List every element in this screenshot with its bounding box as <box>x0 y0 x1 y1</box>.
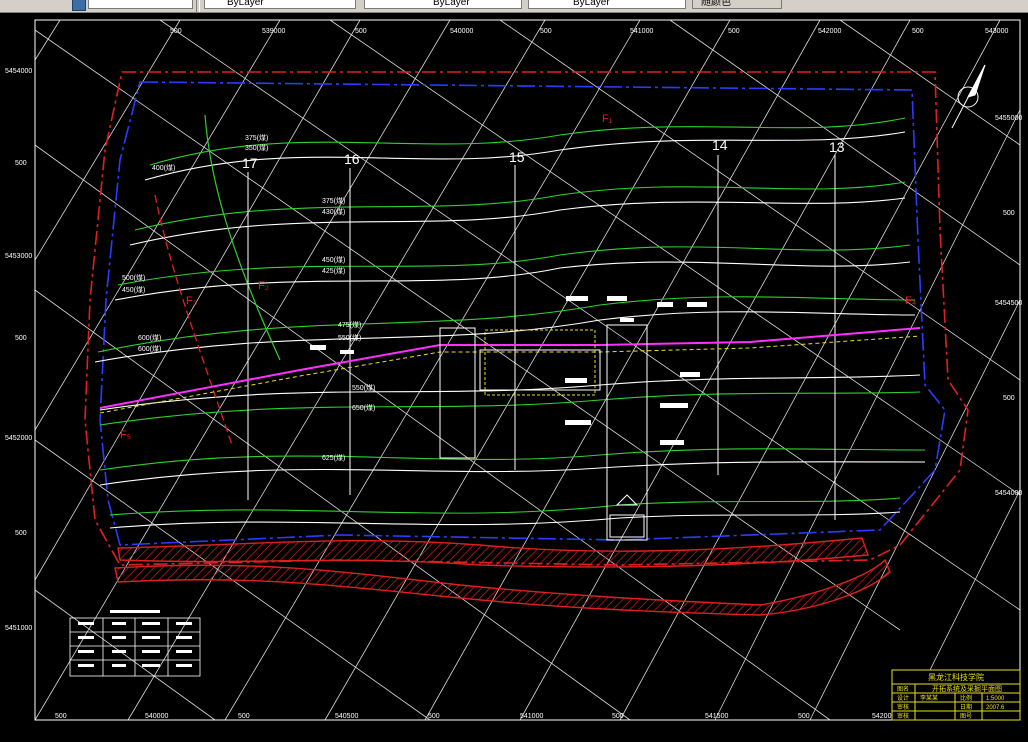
svg-text:540000: 540000 <box>450 28 473 35</box>
svg-text:350(煤): 350(煤) <box>245 143 268 152</box>
fault-label: F₃ <box>186 295 197 307</box>
lineweight-dropdown[interactable]: ByLayer <box>528 0 686 9</box>
svg-text:500: 500 <box>912 28 924 35</box>
svg-text:500: 500 <box>55 713 67 720</box>
properties-toolbar: ByLayer ByLayer ByLayer 随颜色 <box>0 0 1028 13</box>
toolbar-separator <box>196 0 200 12</box>
svg-text:500: 500 <box>15 160 27 167</box>
svg-text:审核: 审核 <box>897 703 909 711</box>
line-number-label: 15 <box>509 149 525 165</box>
svg-text:500: 500 <box>15 335 27 342</box>
svg-text:500(煤): 500(煤) <box>122 273 145 282</box>
fault-label: F₄ <box>905 295 917 307</box>
layer-icon[interactable] <box>72 0 86 11</box>
svg-text:审核: 审核 <box>897 712 909 720</box>
svg-text:540000: 540000 <box>145 713 168 720</box>
svg-text:500: 500 <box>170 28 182 35</box>
svg-text:475(煤): 475(煤) <box>338 320 361 329</box>
svg-text:500: 500 <box>728 28 740 35</box>
fault-label: F₁ <box>602 113 613 125</box>
svg-text:400(煤): 400(煤) <box>152 163 175 172</box>
svg-text:625(煤): 625(煤) <box>322 453 345 462</box>
title-institution: 黑龙江科技学院 <box>928 672 984 682</box>
cad-drawing[interactable]: 17 16 15 14 13 F₁ F₂ F₃ F₄ F₅ 375(煤) 350… <box>0 13 1028 737</box>
svg-text:1:5000: 1:5000 <box>986 696 1005 702</box>
svg-text:430(煤): 430(煤) <box>322 207 345 216</box>
svg-text:500: 500 <box>612 713 624 720</box>
line-number-label: 16 <box>344 151 360 167</box>
svg-text:600(煤): 600(煤) <box>138 333 161 342</box>
svg-text:539000: 539000 <box>262 28 285 35</box>
svg-text:541500: 541500 <box>705 713 728 720</box>
svg-text:李某某: 李某某 <box>920 694 938 702</box>
fault-label: F₅ <box>120 429 131 441</box>
svg-text:542000: 542000 <box>818 28 841 35</box>
title-block: 黑龙江科技学院 开拓系统及采掘平面图 图名 设计 审核 审核 李某某 比例 日期… <box>891 669 1021 721</box>
svg-text:450(煤): 450(煤) <box>322 255 345 264</box>
linetype-dropdown[interactable]: ByLayer <box>364 0 522 9</box>
svg-text:500: 500 <box>1003 210 1015 217</box>
color-dropdown[interactable] <box>88 0 193 9</box>
svg-text:5454000: 5454000 <box>5 68 32 75</box>
svg-text:5452000: 5452000 <box>5 435 32 442</box>
drawing-canvas[interactable]: 17 16 15 14 13 F₁ F₂ F₃ F₄ F₅ 375(煤) 350… <box>0 13 1028 737</box>
svg-text:541000: 541000 <box>630 28 653 35</box>
svg-text:375(煤): 375(煤) <box>322 196 345 205</box>
svg-text:650(煤): 650(煤) <box>352 403 375 412</box>
svg-text:450(煤): 450(煤) <box>122 285 145 294</box>
line-number-label: 13 <box>829 139 845 155</box>
svg-text:2007.6: 2007.6 <box>986 705 1005 711</box>
svg-text:540500: 540500 <box>335 713 358 720</box>
title-drawing-name: 开拓系统及采掘平面图 <box>932 684 1002 693</box>
svg-text:日期: 日期 <box>960 703 972 711</box>
svg-text:550(煤): 550(煤) <box>352 383 375 392</box>
svg-text:比例: 比例 <box>960 694 972 702</box>
svg-text:600(煤): 600(煤) <box>138 344 161 353</box>
svg-text:375(煤): 375(煤) <box>245 133 268 142</box>
svg-text:500: 500 <box>1003 395 1015 402</box>
svg-text:425(煤): 425(煤) <box>322 266 345 275</box>
plotstyle-dropdown[interactable]: 随颜色 <box>692 0 782 9</box>
svg-text:541000: 541000 <box>520 713 543 720</box>
svg-text:5451000: 5451000 <box>5 625 32 632</box>
line-number-label: 17 <box>242 155 258 171</box>
svg-text:500: 500 <box>540 28 552 35</box>
fault-label: F₂ <box>258 280 269 292</box>
svg-text:5453000: 5453000 <box>5 253 32 260</box>
layer-dropdown[interactable]: ByLayer <box>204 0 356 9</box>
svg-text:图名: 图名 <box>897 685 909 693</box>
svg-text:500: 500 <box>798 713 810 720</box>
svg-text:设计: 设计 <box>897 694 909 702</box>
svg-text:5454500: 5454500 <box>995 300 1022 307</box>
svg-text:500: 500 <box>238 713 250 720</box>
line-number-label: 14 <box>712 137 728 153</box>
svg-text:500: 500 <box>428 713 440 720</box>
svg-text:5454000: 5454000 <box>995 490 1022 497</box>
svg-text:500: 500 <box>15 530 27 537</box>
svg-text:图号: 图号 <box>960 713 972 720</box>
svg-text:500: 500 <box>355 28 367 35</box>
svg-text:543000: 543000 <box>985 28 1008 35</box>
svg-text:5455000: 5455000 <box>995 115 1022 122</box>
svg-text:550(煤): 550(煤) <box>338 333 361 342</box>
